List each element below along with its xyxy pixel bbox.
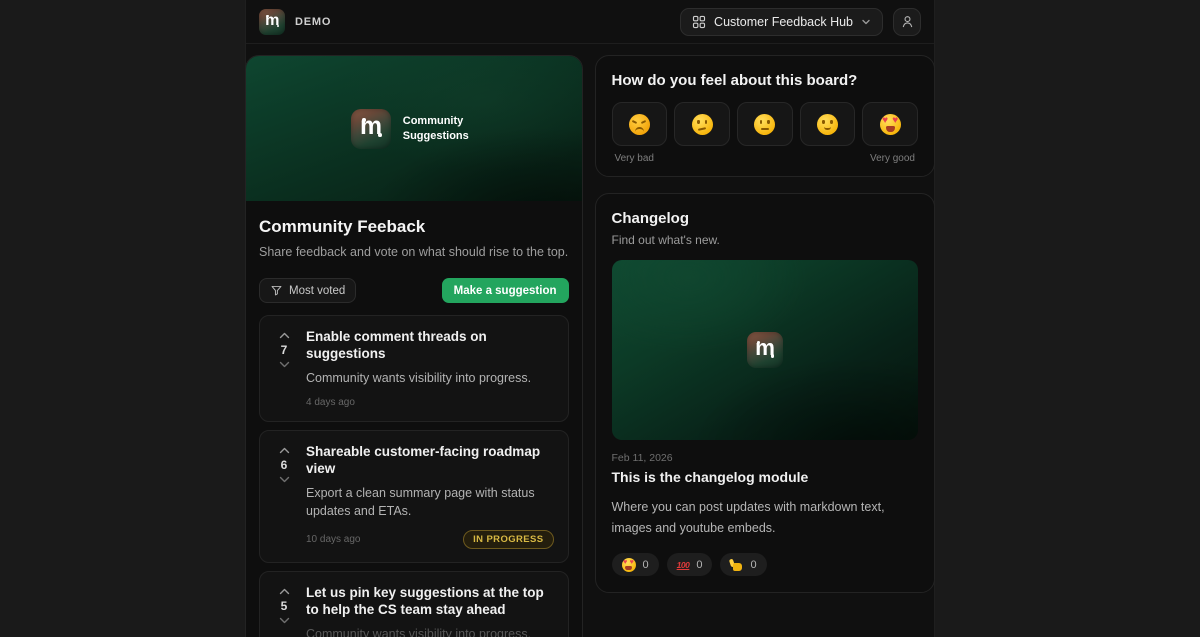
heart-eyes-emoji-icon: ♥ ♥ [621, 557, 636, 572]
reaction-count: 0 [642, 558, 649, 571]
confused-face-icon [691, 113, 713, 135]
suggestion-description: Community wants visibility into progress… [306, 626, 532, 637]
reaction-count: 0 [696, 558, 703, 571]
upvote-button[interactable] [279, 332, 290, 339]
community-suggestions-panel: m Community Suggestions Community Feebac… [245, 55, 583, 637]
angry-face-icon [628, 113, 650, 135]
top-bar-actions: Customer Feedback Hub [680, 7, 921, 36]
changelog-panel: Changelog Find out what's new. m Feb 11,… [594, 193, 935, 594]
person-icon [900, 14, 915, 29]
status-badge: IN PROGRESS [463, 529, 554, 549]
page-title: Community Feeback [259, 217, 426, 236]
reactions-row: ♥ ♥ 0 100 0 0 [611, 553, 919, 577]
changelog-banner-logo-icon: m [746, 332, 783, 368]
hundred-points-emoji-icon: 100 [676, 559, 690, 570]
reaction-count: 0 [750, 558, 757, 571]
changelog-banner: m [611, 260, 918, 440]
mood-neutral-button[interactable] [736, 102, 793, 146]
community-body: Community Feeback Share feedback and vot… [246, 201, 582, 637]
vote-widget: 6 [274, 444, 294, 549]
app-frame: m DEMO Customer Feedback Hub m Community… [245, 0, 935, 637]
scale-max-label: Very good [869, 153, 915, 164]
reaction-heart-eyes-button[interactable]: ♥ ♥ 0 [611, 553, 659, 577]
sort-filter-button[interactable]: Most voted [259, 278, 357, 303]
reaction-thumbs-up-button[interactable]: 0 [720, 553, 767, 577]
changelog-entry-date: Feb 11, 2026 [611, 452, 673, 464]
logo-letter: m [265, 11, 279, 30]
mood-scale: ♥ ♥ [611, 102, 919, 146]
actions-row: Most voted Make a suggestion [259, 278, 569, 303]
changelog-subtitle: Find out what's new. [611, 233, 720, 247]
suggestion-title: Enable comment threads on suggestions [306, 329, 487, 361]
mood-bad-button[interactable] [674, 102, 730, 146]
workspace-name: DEMO [295, 15, 332, 28]
suggestion-title: Let us pin key suggestions at the top to… [306, 584, 544, 617]
heart-eyes-face-icon: ♥ ♥ [879, 113, 901, 135]
user-account-button[interactable] [893, 7, 921, 36]
banner-logo-icon: m [350, 108, 391, 149]
scale-min-label: Very bad [614, 153, 654, 164]
thumbs-up-emoji-icon [730, 558, 743, 572]
top-bar: m DEMO Customer Feedback Hub [246, 0, 934, 44]
downvote-button[interactable] [279, 476, 290, 483]
suggestion-footer: 10 days ago IN PROGRESS [306, 529, 554, 549]
vote-widget: 5 [274, 585, 294, 637]
smiling-face-icon [816, 113, 838, 135]
community-banner: m Community Suggestions [246, 56, 582, 201]
main-layout: m Community Suggestions Community Feebac… [245, 55, 935, 637]
suggestion-card[interactable]: 5 Let us pin key suggestions at the top … [259, 570, 569, 637]
changelog-entry-body: Where you can post updates with markdown… [611, 500, 885, 535]
neutral-face-icon [754, 113, 776, 135]
vote-count: 5 [280, 598, 288, 613]
logo-letter: m [359, 112, 382, 140]
suggestion-description: Export a clean summary page with status … [306, 485, 535, 518]
board-switcher[interactable]: Customer Feedback Hub [680, 7, 883, 36]
funnel-icon [270, 284, 283, 297]
feedback-question: How do you feel about this board? [611, 72, 858, 89]
mood-very-good-button[interactable]: ♥ ♥ [862, 102, 919, 146]
suggestion-title: Shareable customer-facing roadmap view [306, 443, 541, 476]
changelog-title: Changelog [611, 210, 690, 227]
logo-letter: m [755, 335, 775, 361]
suggestion-timestamp: 10 days ago [306, 533, 361, 545]
grid-icon [692, 15, 706, 29]
downvote-button[interactable] [279, 361, 290, 368]
brand-group: m DEMO [259, 8, 332, 35]
suggestion-content: Enable comment threads on suggestions Co… [306, 329, 554, 408]
board-switcher-label: Customer Feedback Hub [714, 14, 853, 29]
sort-filter-label: Most voted [289, 284, 346, 297]
upvote-button[interactable] [279, 447, 290, 454]
banner-label: Community Suggestions [402, 115, 469, 142]
reaction-hundred-button[interactable]: 100 0 [666, 553, 713, 577]
vote-widget: 7 [274, 329, 294, 408]
suggestion-content: Let us pin key suggestions at the top to… [306, 585, 554, 637]
app-logo-icon: m [259, 8, 285, 35]
board-feedback-panel: How do you feel about this board? ♥ ♥ Ve… [594, 55, 935, 177]
make-suggestion-button[interactable]: Make a suggestion [441, 278, 569, 303]
suggestion-content: Shareable customer-facing roadmap view E… [306, 444, 554, 549]
right-column: How do you feel about this board? ♥ ♥ Ve… [594, 55, 935, 594]
suggestion-description: Community wants visibility into progress… [306, 370, 532, 385]
chevron-down-icon [861, 17, 871, 27]
mood-very-bad-button[interactable] [611, 102, 668, 146]
suggestion-card[interactable]: 7 Enable comment threads on suggestions … [259, 315, 569, 422]
mood-good-button[interactable] [799, 102, 856, 146]
upvote-button[interactable] [279, 588, 290, 595]
downvote-button[interactable] [279, 617, 290, 624]
suggestion-card[interactable]: 6 Shareable customer-facing roadmap view… [259, 429, 569, 563]
changelog-entry-title: This is the changelog module [611, 469, 809, 485]
vote-count: 7 [280, 343, 288, 357]
vote-count: 6 [280, 457, 288, 472]
suggestion-footer: 4 days ago [306, 397, 554, 408]
mood-scale-labels: Very bad Very good [612, 153, 919, 164]
suggestion-timestamp: 4 days ago [306, 396, 355, 408]
page-subtitle: Share feedback and vote on what should r… [259, 245, 569, 259]
